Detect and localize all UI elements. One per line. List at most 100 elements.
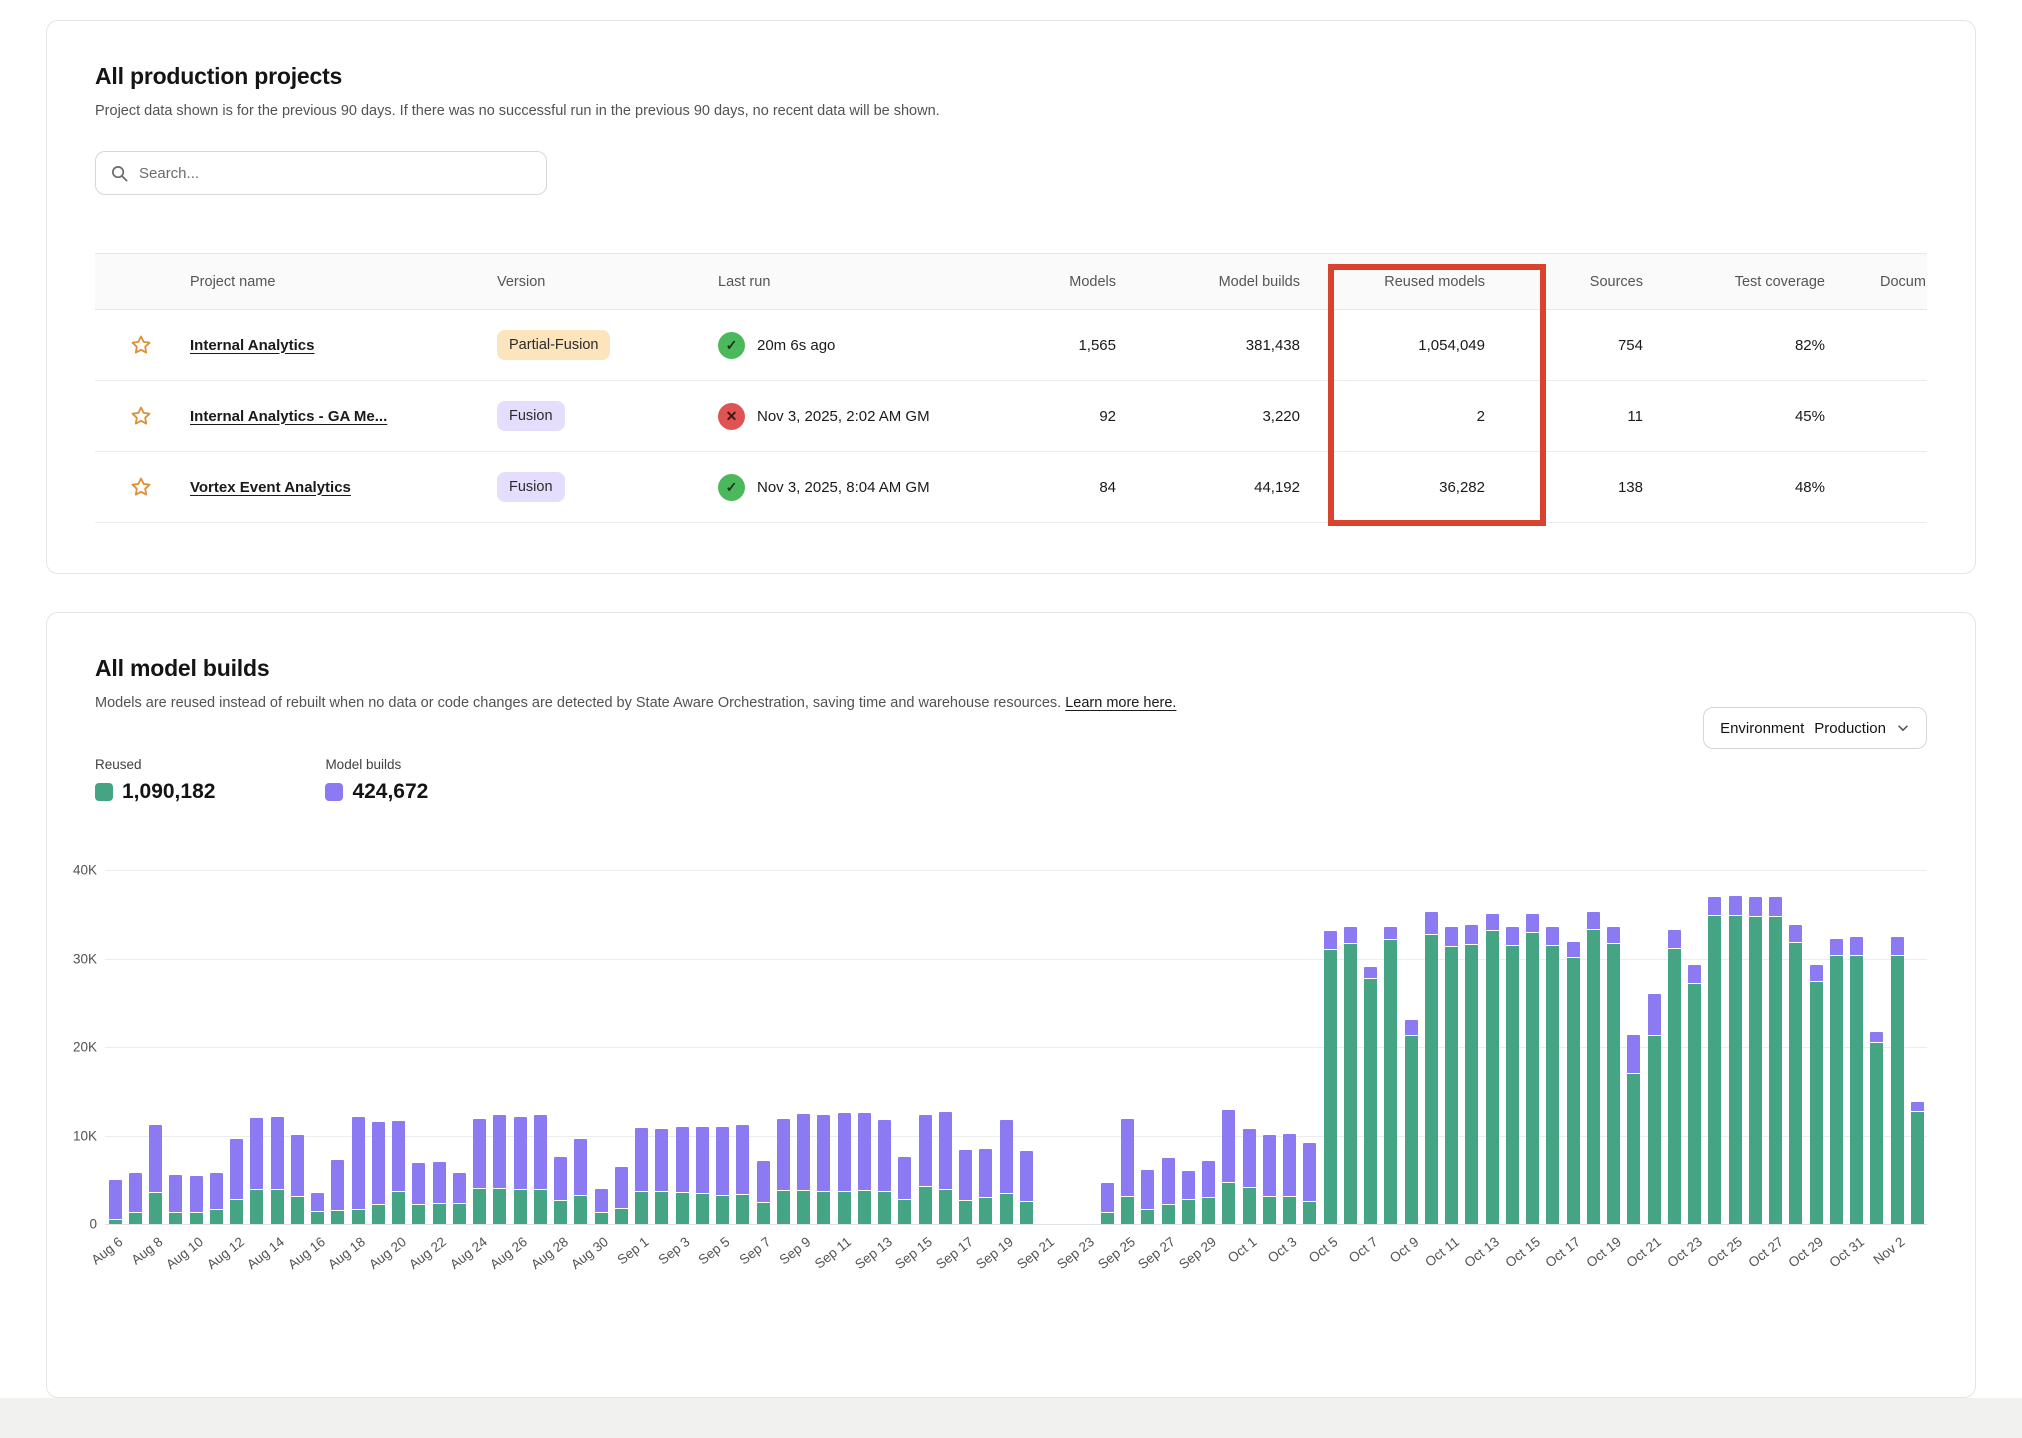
builds-card-subtitle: Models are reused instead of rebuilt whe… [95,695,1275,711]
learn-more-link[interactable]: Learn more here. [1065,695,1176,711]
bar-slot [1482,870,1502,1224]
bar-slot [1725,870,1745,1224]
bar-slot [1705,870,1725,1224]
stacked-bar [271,870,284,1224]
bar-slot [1037,870,1057,1224]
bar-slot [429,870,449,1224]
stacked-bar [1627,870,1640,1224]
table-row[interactable]: Vortex Event Analytics Fusion ✓ Nov 3, 2… [95,452,1927,523]
stacked-bar [1182,870,1195,1224]
x-tick-slot: Aug 18 [348,1224,368,1314]
version-cell: Fusion [493,472,714,502]
x-tick-slot: Sep 17 [956,1224,976,1314]
stacked-bar [777,870,790,1224]
stacked-bar [412,870,425,1224]
stacked-bar [716,870,729,1224]
legend-reused-swatch-icon [95,783,113,801]
projects-card-subtitle: Project data shown is for the previous 9… [95,103,1927,119]
version-badge: Fusion [497,472,565,502]
x-tick-slot: Sep 15 [915,1224,935,1314]
favorite-star-icon[interactable] [95,333,186,357]
bar-slot [1685,870,1705,1224]
x-tick-slot: Oct 5 [1320,1224,1340,1314]
y-tick-0: 0 [89,1217,97,1232]
x-tick-slot: Oct 7 [1361,1224,1381,1314]
bar-slot [1259,870,1279,1224]
stacked-bar [1303,870,1316,1224]
x-tick-slot: Oct 19 [1604,1224,1624,1314]
bar-slot [146,870,166,1224]
bar-slot [1867,870,1887,1224]
reused-models-value: 1,054,049 [1314,337,1499,354]
bar-slot [409,870,429,1224]
bar-slot [308,870,328,1224]
sources-value: 754 [1499,337,1657,354]
models-value: 84 [971,479,1130,496]
environment-select[interactable]: Environment Production [1703,707,1927,749]
x-tick-slot [1907,1224,1927,1314]
table-row[interactable]: Internal Analytics - GA Me... Fusion ✕ N… [95,381,1927,452]
bar-slot [1907,870,1927,1224]
search-input[interactable] [139,165,532,182]
bar-slot [1280,870,1300,1224]
stacked-bar [1729,870,1742,1224]
run-status-icon: ✓ [718,474,745,501]
reused-models-value: 36,282 [1314,479,1499,496]
x-tick-slot: Aug 24 [470,1224,490,1314]
bar-slot [1745,870,1765,1224]
x-tick-slot: Aug 22 [429,1224,449,1314]
project-name-link[interactable]: Vortex Event Analytics [186,479,493,496]
bar-slot [632,870,652,1224]
stacked-bar [959,870,972,1224]
test-coverage-value: 82% [1657,337,1839,354]
favorite-star-icon[interactable] [95,404,186,428]
stacked-bar [1162,870,1175,1224]
x-tick-slot: Sep 27 [1158,1224,1178,1314]
stacked-bar [635,870,648,1224]
bar-slot [125,870,145,1224]
stacked-bar [1121,870,1134,1224]
x-tick-slot: Sep 9 [794,1224,814,1314]
last-run-cell: ✕ Nov 3, 2025, 2:02 AM GM [714,403,971,430]
stacked-bar [1587,870,1600,1224]
bar-slot [834,870,854,1224]
bar-slot [1361,870,1381,1224]
stacked-bar [190,870,203,1224]
environment-label: Environment [1720,720,1804,737]
project-name-link[interactable]: Internal Analytics - GA Me... [186,408,493,425]
favorite-star-icon[interactable] [95,475,186,499]
stacked-bar [1202,870,1215,1224]
x-tick-slot: Sep 7 [753,1224,773,1314]
bar-slot [1401,870,1421,1224]
project-name-link[interactable]: Internal Analytics [186,337,493,354]
table-row[interactable]: Internal Analytics Partial-Fusion ✓ 20m … [95,310,1927,381]
test-coverage-value: 48% [1657,479,1839,496]
col-models: Models [971,274,1130,290]
col-project-name: Project name [186,274,493,290]
bar-slot [611,870,631,1224]
bar-slot [1583,870,1603,1224]
stacked-bar [615,870,628,1224]
bar-slot [1421,870,1441,1224]
x-tick-slot: Sep 5 [713,1224,733,1314]
model-builds-value: 381,438 [1130,337,1314,354]
bar-slot [206,870,226,1224]
last-run-cell: ✓ Nov 3, 2025, 8:04 AM GM [714,474,971,501]
bar-slot [753,870,773,1224]
col-model-builds: Model builds [1130,274,1314,290]
version-cell: Fusion [493,401,714,431]
stacked-bar [1708,870,1721,1224]
project-search[interactable] [95,151,547,195]
bar-slot [1016,870,1036,1224]
stacked-bar [1263,870,1276,1224]
x-tick-slot: Sep 13 [875,1224,895,1314]
stacked-bar [372,870,385,1224]
stacked-bar [1668,870,1681,1224]
last-run-text: Nov 3, 2025, 8:04 AM GM [757,479,930,496]
stacked-bar [1870,870,1883,1224]
bar-slot [1523,870,1543,1224]
stacked-bar [1688,870,1701,1224]
bar-slot [1118,870,1138,1224]
bar-slot [1178,870,1198,1224]
x-tick-slot: Oct 13 [1482,1224,1502,1314]
